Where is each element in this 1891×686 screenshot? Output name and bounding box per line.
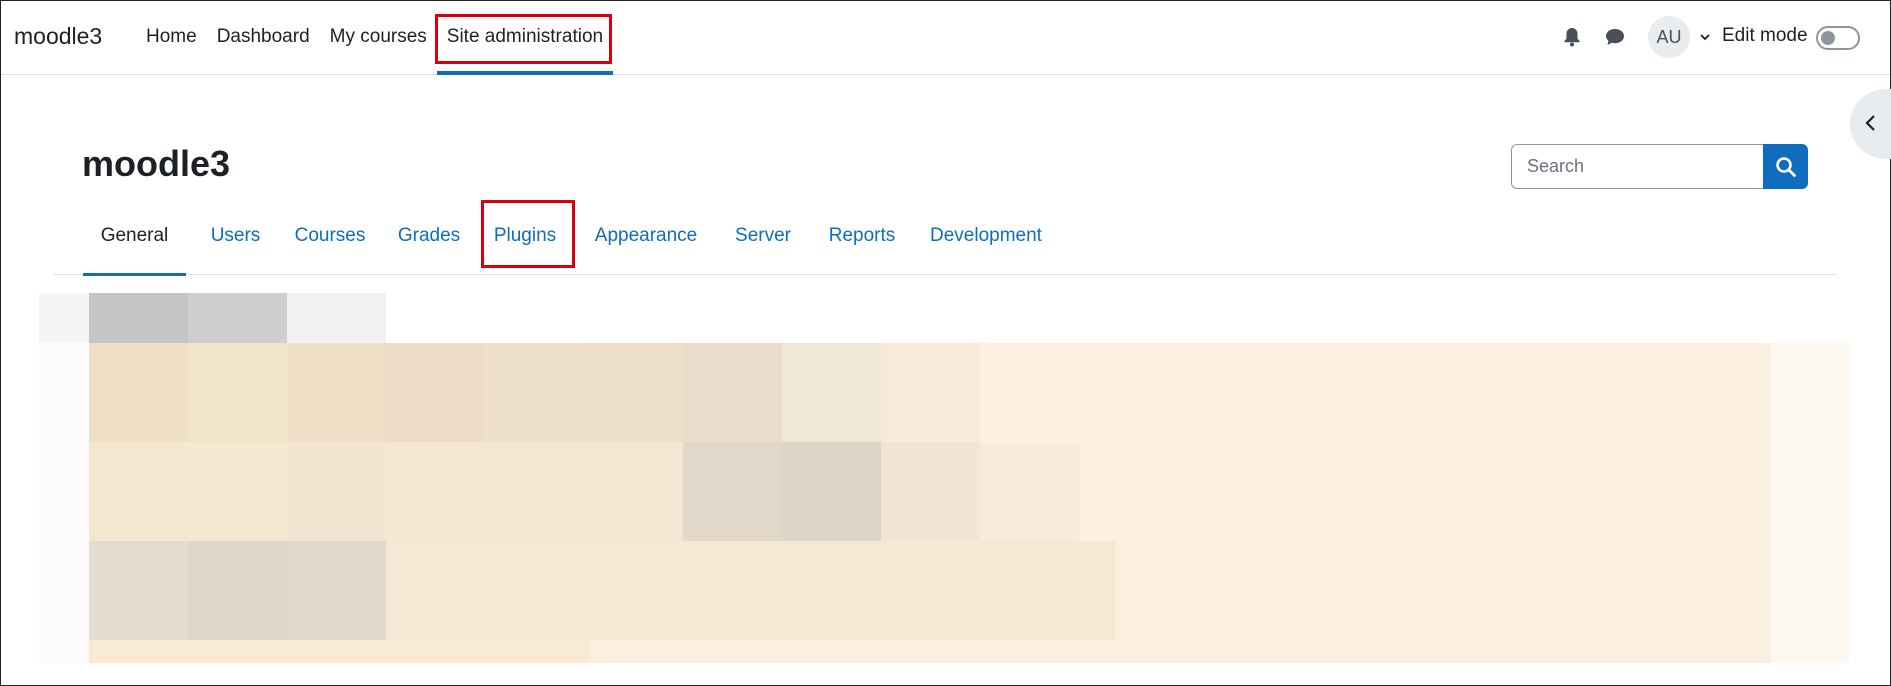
search-input[interactable] — [1511, 144, 1763, 189]
nav-home[interactable]: Home — [136, 1, 207, 75]
open-drawer-button[interactable] — [1850, 89, 1891, 159]
edit-mode-toggle[interactable] — [1816, 26, 1860, 50]
tab-users[interactable]: Users — [202, 205, 269, 275]
nav-site-administration[interactable]: Site administration — [436, 1, 614, 75]
redacted-content — [39, 293, 1849, 673]
tab-development[interactable]: Development — [926, 205, 1046, 275]
page-title: moodle3 — [82, 143, 231, 184]
tab-server[interactable]: Server — [730, 205, 796, 275]
nav-my-courses[interactable]: My courses — [320, 1, 437, 75]
chevron-down-icon[interactable] — [1698, 30, 1712, 44]
tab-plugins[interactable]: Plugins — [486, 205, 564, 275]
site-brand[interactable]: moodle3 — [14, 23, 102, 50]
user-avatar[interactable]: AU — [1648, 16, 1690, 58]
tab-reports[interactable]: Reports — [822, 205, 902, 275]
messages-chat-icon[interactable] — [1603, 25, 1627, 49]
search-icon — [1776, 157, 1796, 177]
tab-grades[interactable]: Grades — [392, 205, 466, 275]
nav-dashboard[interactable]: Dashboard — [207, 1, 320, 75]
primary-navigation: Home Dashboard My courses Site administr… — [136, 1, 614, 75]
edit-mode-label: Edit mode — [1722, 25, 1808, 46]
tab-appearance[interactable]: Appearance — [589, 205, 703, 275]
tab-courses[interactable]: Courses — [286, 205, 374, 275]
notifications-bell-icon[interactable] — [1560, 25, 1584, 49]
admin-tabs: General Users Courses Grades Plugins App… — [54, 205, 1836, 276]
top-navbar: moodle3 Home Dashboard My courses Site a… — [1, 1, 1890, 75]
toggle-knob — [1821, 31, 1835, 45]
tab-general[interactable]: General — [83, 205, 186, 276]
chevron-left-icon — [1865, 115, 1875, 131]
search-button[interactable] — [1763, 144, 1808, 189]
